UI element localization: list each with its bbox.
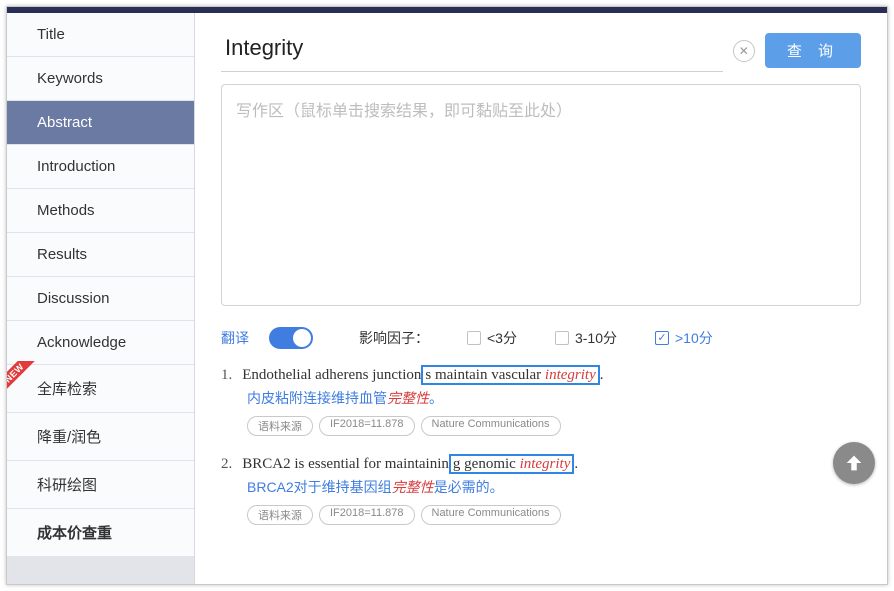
filter-row: 翻译 影响因子： <3分 3-10分 >10分 [221,327,861,349]
result-text: BRCA2对于维持基因组 [247,479,392,495]
sidebar-item-label: 全库检索 [37,381,97,398]
term-highlight: 完整性 [387,390,429,406]
sidebar-item-title[interactable]: Title [7,13,194,57]
term-highlight: integrity [545,367,596,383]
tag-source[interactable]: 语料来源 [247,416,313,436]
result-text: 。 [429,390,443,406]
term-highlight: 完整性 [392,479,434,495]
result-text: Endothelial adherens junction [242,367,421,383]
filter-lt3[interactable]: <3分 [467,328,517,348]
sidebar-item-discussion[interactable]: Discussion [7,277,194,321]
sidebar-item-rewrite[interactable]: 降重/润色 [7,413,194,461]
filter-label: >10分 [675,328,713,348]
result-item[interactable]: 1. Endothelial adherens junctions mainta… [221,367,861,436]
result-text: . [574,456,578,472]
result-item[interactable]: 2. BRCA2 is essential for maintaining ge… [221,456,861,525]
tag-row: 语料来源 IF2018=11.878 Nature Communications [247,416,861,436]
tag-if[interactable]: IF2018=11.878 [319,505,415,525]
term-highlight: integrity [520,456,571,472]
highlight-box: g genomic integrity [449,454,574,474]
checkbox-icon [555,331,569,345]
sidebar-item-all-search[interactable]: NEW 全库检索 [7,365,194,413]
sidebar-item-acknowledge[interactable]: Acknowledge [7,321,194,365]
sidebar-item-abstract[interactable]: Abstract [7,101,194,145]
tag-journal[interactable]: Nature Communications [421,505,561,525]
search-input[interactable] [221,29,723,72]
filter-label: 3-10分 [575,328,617,348]
filter-label: <3分 [487,328,517,348]
sidebar-item-plagiarism[interactable]: 成本价查重 [7,509,194,557]
sidebar-item-keywords[interactable]: Keywords [7,57,194,101]
result-chinese: BRCA2对于维持基因组完整性是必需的。 [247,477,861,497]
impact-factor-label: 影响因子： [359,328,429,348]
scroll-top-button[interactable] [833,442,875,484]
result-text: s maintain vascular [425,367,545,383]
sidebar-item-figures[interactable]: 科研绘图 [7,461,194,509]
results-list: 1. Endothelial adherens junctions mainta… [221,367,861,525]
tag-row: 语料来源 IF2018=11.878 Nature Communications [247,505,861,525]
writing-textarea[interactable] [221,84,861,306]
sidebar-item-introduction[interactable]: Introduction [7,145,194,189]
result-text: 内皮粘附连接维持血管 [247,390,387,406]
result-number: 1. [221,367,232,384]
sidebar-item-methods[interactable]: Methods [7,189,194,233]
clear-icon[interactable]: ✕ [733,40,755,62]
result-text: 是必需的。 [434,479,504,495]
filter-gt10[interactable]: >10分 [655,328,713,348]
checkbox-icon [467,331,481,345]
query-button[interactable]: 查 询 [765,33,861,68]
translate-label: 翻译 [221,328,249,348]
result-english: BRCA2 is essential for maintaining genom… [242,456,578,473]
filter-3-10[interactable]: 3-10分 [555,328,617,348]
result-text: . [600,367,604,383]
tag-journal[interactable]: Nature Communications [421,416,561,436]
result-english: Endothelial adherens junctions maintain … [242,367,603,384]
tag-source[interactable]: 语料来源 [247,505,313,525]
result-chinese: 内皮粘附连接维持血管完整性。 [247,388,861,408]
highlight-box: s maintain vascular integrity [421,365,599,385]
result-text: g genomic [453,456,520,472]
sidebar: Title Keywords Abstract Introduction Met… [7,13,195,584]
sidebar-item-results[interactable]: Results [7,233,194,277]
result-number: 2. [221,456,232,473]
translate-toggle[interactable] [269,327,313,349]
main-panel: ✕ 查 询 翻译 影响因子： <3分 3-10分 >10分 [195,13,887,584]
tag-if[interactable]: IF2018=11.878 [319,416,415,436]
search-row: ✕ 查 询 [221,29,861,72]
checkbox-icon [655,331,669,345]
result-text: BRCA2 is essential for maintainin [242,456,449,472]
arrow-up-icon [843,452,865,474]
